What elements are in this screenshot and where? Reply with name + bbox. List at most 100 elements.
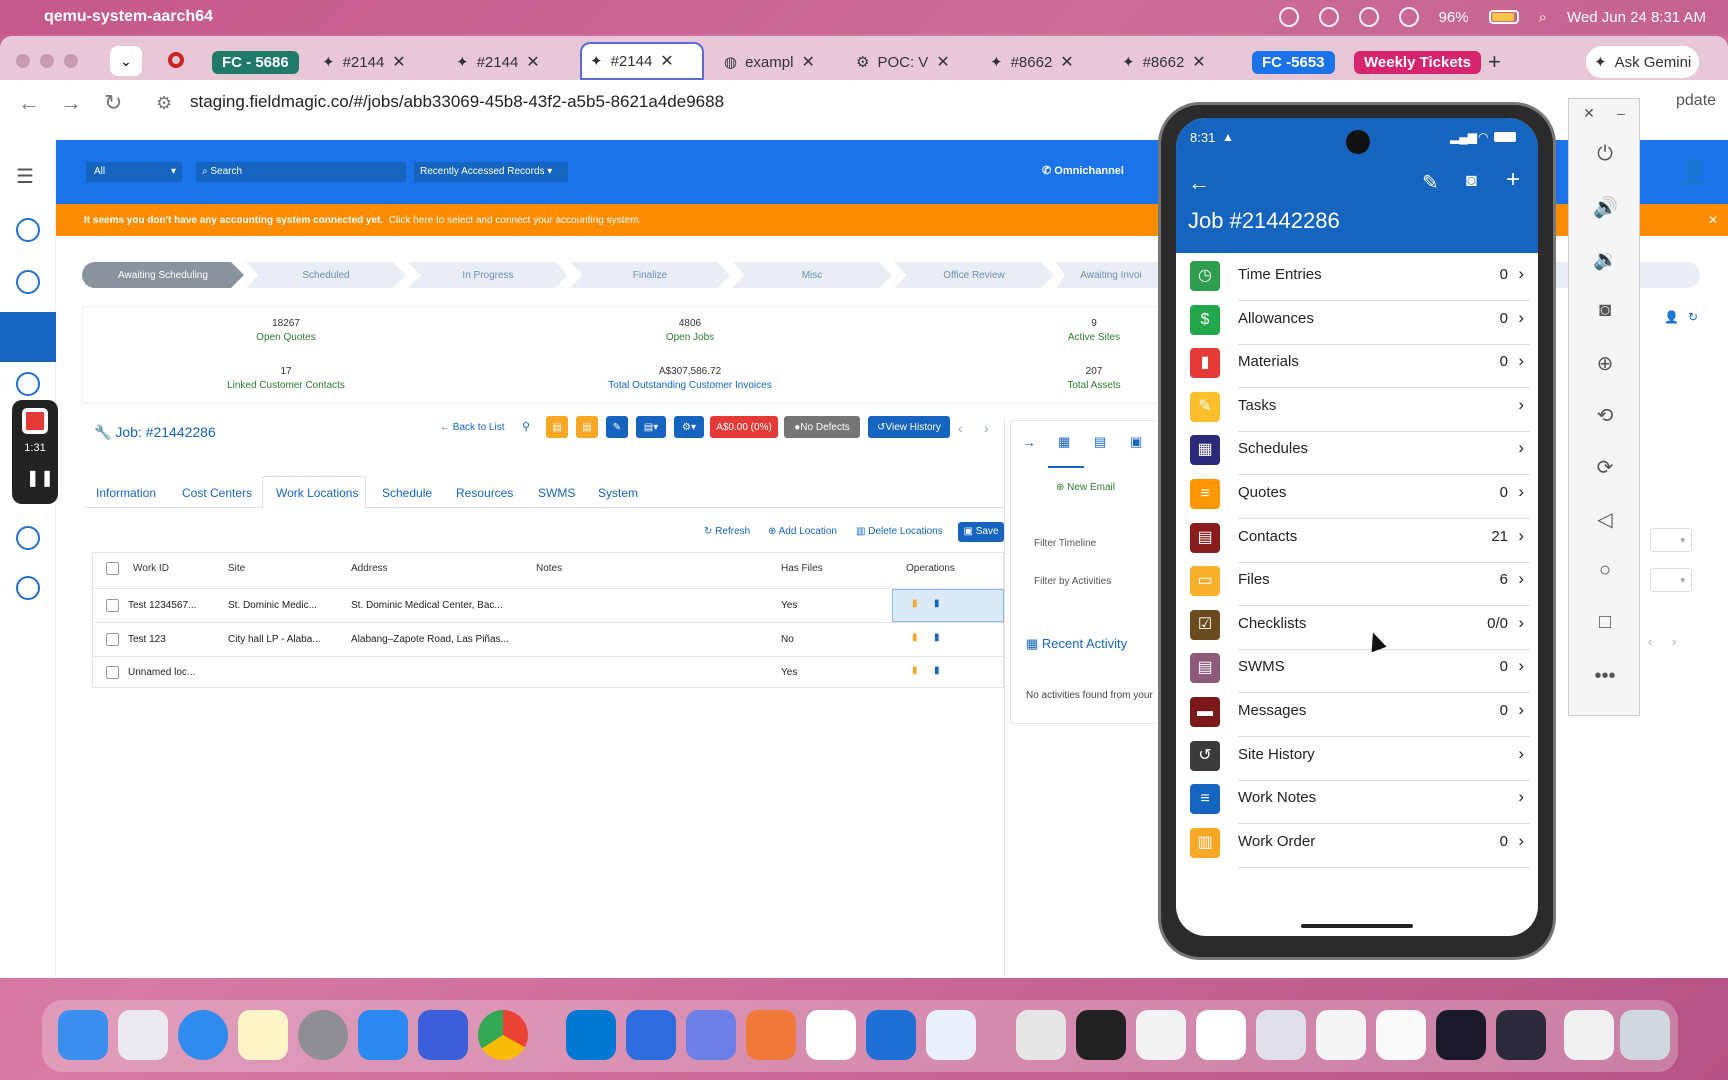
power-icon[interactable]: ⏻ [1593, 143, 1617, 165]
recent-window-6[interactable] [1316, 1010, 1366, 1060]
step-scheduled[interactable]: Scheduled [246, 262, 406, 288]
tab-search-chevron-icon[interactable]: ⌄ [110, 46, 142, 76]
contact-tab-icon[interactable]: ▣ [1130, 434, 1142, 450]
toolbar-btn-2[interactable]: ▤ [576, 416, 598, 438]
cell-site[interactable]: St. Dominic Medic... [228, 600, 317, 611]
select-all-checkbox[interactable] [106, 562, 119, 575]
notes-icon[interactable] [238, 1010, 288, 1060]
cell-work-id[interactable]: Test 1234567... [128, 600, 196, 611]
close-tab-icon[interactable]: ✕ [801, 52, 814, 72]
col-work-id[interactable]: Work ID [133, 563, 169, 574]
save-button[interactable]: ▣ Save [958, 522, 1004, 542]
col-address[interactable]: Address [351, 563, 388, 574]
cell-site[interactable]: City hall LP - Alaba... [228, 634, 321, 645]
back-icon[interactable]: ← [18, 90, 40, 116]
close-window-button[interactable] [16, 54, 30, 68]
rail-briefcase-icon[interactable] [16, 372, 40, 396]
tab-poc[interactable]: ⚙ POC: V ✕ [848, 46, 958, 78]
row-checkbox[interactable] [106, 599, 119, 612]
tab-fc-5686[interactable]: FC - 5686 [204, 46, 307, 78]
search-input[interactable]: ⌕ Search [196, 162, 406, 182]
recent-window-5[interactable] [1256, 1010, 1306, 1060]
system-settings-icon[interactable] [298, 1010, 348, 1060]
tab-8662-1[interactable]: ✦ #8662 ✕ [982, 46, 1082, 78]
filter-timeline-select[interactable]: ▾ [1650, 528, 1692, 552]
recent-records-dropdown[interactable]: Recently Accessed Records ▾ [414, 162, 568, 182]
row-checkbox[interactable] [106, 666, 119, 679]
site-settings-icon[interactable]: ⚙ [156, 93, 172, 114]
cell-has-files[interactable]: No [781, 634, 794, 645]
phone-menu-item[interactable]: ☑ Checklists 0/0 › [1176, 602, 1538, 650]
pin-icon[interactable]: ⚲ [522, 420, 530, 433]
close-tab-icon[interactable]: ✕ [936, 52, 949, 72]
tab-job-active[interactable]: ✦ #2144 ✕ [580, 42, 704, 80]
wifi-icon[interactable] [1398, 7, 1419, 27]
delete-row-icon[interactable]: ▮ [912, 665, 918, 676]
step-misc[interactable]: Misc [732, 262, 892, 288]
edit-row-icon[interactable]: ▮ [934, 665, 940, 676]
record-icon[interactable] [168, 52, 184, 68]
rotate-left-icon[interactable]: ⟲ [1593, 403, 1617, 427]
hamburger-menu-icon[interactable]: ☰ [16, 164, 34, 189]
rail-jobs-icon[interactable] [0, 312, 56, 362]
sync-icon[interactable]: ↻ [1688, 310, 1698, 324]
tab-work-locations[interactable]: Work Locations [276, 486, 358, 500]
tab-schedule[interactable]: Schedule [382, 486, 432, 500]
stat-linked-contacts[interactable]: 17 Linked Customer Contacts [86, 366, 486, 391]
screen-mirror-icon[interactable] [1278, 7, 1299, 27]
back-to-list-link[interactable]: ← Back to List [440, 422, 504, 433]
minimize-emulator-icon[interactable]: – [1609, 105, 1633, 127]
new-email-button[interactable]: ⊕ New Email [1056, 482, 1115, 493]
close-tab-icon[interactable]: ✕ [1060, 52, 1073, 72]
edit-button[interactable]: ✎ [606, 416, 628, 438]
recent-window-4[interactable] [1196, 1010, 1246, 1060]
vscode-icon[interactable] [566, 1010, 616, 1060]
phone-menu-item[interactable]: ▬ Messages 0 › [1176, 689, 1538, 737]
screenshot-icon[interactable]: ◙ [1593, 299, 1617, 321]
rail-contacts-icon[interactable] [16, 218, 40, 242]
prev-record-icon[interactable]: ‹ [958, 420, 963, 436]
zoom-icon[interactable]: ⊕ [1593, 351, 1617, 375]
phone-menu-item[interactable]: ↺ Site History › [1176, 733, 1538, 781]
omnichannel-button[interactable]: ✆ Omnichannel [1042, 164, 1124, 177]
close-tab-icon[interactable]: ✕ [1192, 52, 1205, 72]
phone-menu-item[interactable]: ▭ Files 6 › [1176, 558, 1538, 607]
cell-work-id[interactable]: Test 123 [128, 634, 166, 645]
no-defects-button[interactable]: ● No Defects [784, 416, 860, 438]
delete-locations-button[interactable]: ▥ Delete Locations [856, 526, 943, 537]
step-awaiting-scheduling[interactable]: Awaiting Scheduling [82, 262, 244, 288]
recent-window-8[interactable] [1436, 1010, 1486, 1060]
maximize-window-button[interactable] [64, 54, 78, 68]
filter-activities-select[interactable]: ▾ [1650, 568, 1692, 592]
close-tab-icon[interactable]: ✕ [660, 51, 673, 71]
tab-swms[interactable]: SWMS [538, 486, 575, 500]
toolbar-btn-1[interactable]: ▤ [546, 416, 568, 438]
row-checkbox[interactable] [106, 633, 119, 646]
cell-work-id[interactable]: Unnamed loc... [128, 667, 195, 678]
recent-window-10[interactable] [1564, 1010, 1614, 1060]
rotate-right-icon[interactable]: ⟳ [1593, 455, 1617, 479]
timer-icon[interactable] [1318, 7, 1339, 27]
close-alert-icon[interactable]: ✕ [1708, 213, 1718, 227]
home-indicator[interactable] [1301, 924, 1413, 928]
android-back-icon[interactable]: ◁ [1593, 507, 1617, 531]
recent-window-9[interactable] [1496, 1010, 1546, 1060]
phone-camera-icon[interactable]: ◙ [1466, 170, 1477, 191]
tab-resources[interactable]: Resources [456, 486, 513, 500]
rail-flow-icon[interactable] [16, 526, 40, 550]
android-home-icon[interactable]: ○ [1593, 559, 1617, 581]
slack-icon[interactable] [806, 1010, 856, 1060]
prev-page-icon[interactable]: ‹ [1648, 634, 1652, 649]
search-icon[interactable]: ⌕ [1539, 9, 1547, 26]
phone-menu-item[interactable]: ✎ Tasks › [1176, 384, 1538, 432]
edit-row-icon[interactable]: ▮ [934, 632, 940, 643]
delete-row-icon[interactable]: ▮ [912, 598, 918, 609]
phone-add-icon[interactable]: + [1506, 166, 1520, 194]
tab-job-2[interactable]: ✦ #2144 ✕ [448, 46, 548, 78]
app-store-icon[interactable] [358, 1010, 408, 1060]
col-operations[interactable]: Operations [906, 563, 955, 574]
col-has-files[interactable]: Has Files [781, 563, 823, 574]
cell-address[interactable]: Alabang–Zapote Road, Las Piñas... [351, 634, 509, 645]
volume-down-icon[interactable]: 🔉 [1593, 247, 1618, 271]
mongodb-compass-icon[interactable] [626, 1010, 676, 1060]
